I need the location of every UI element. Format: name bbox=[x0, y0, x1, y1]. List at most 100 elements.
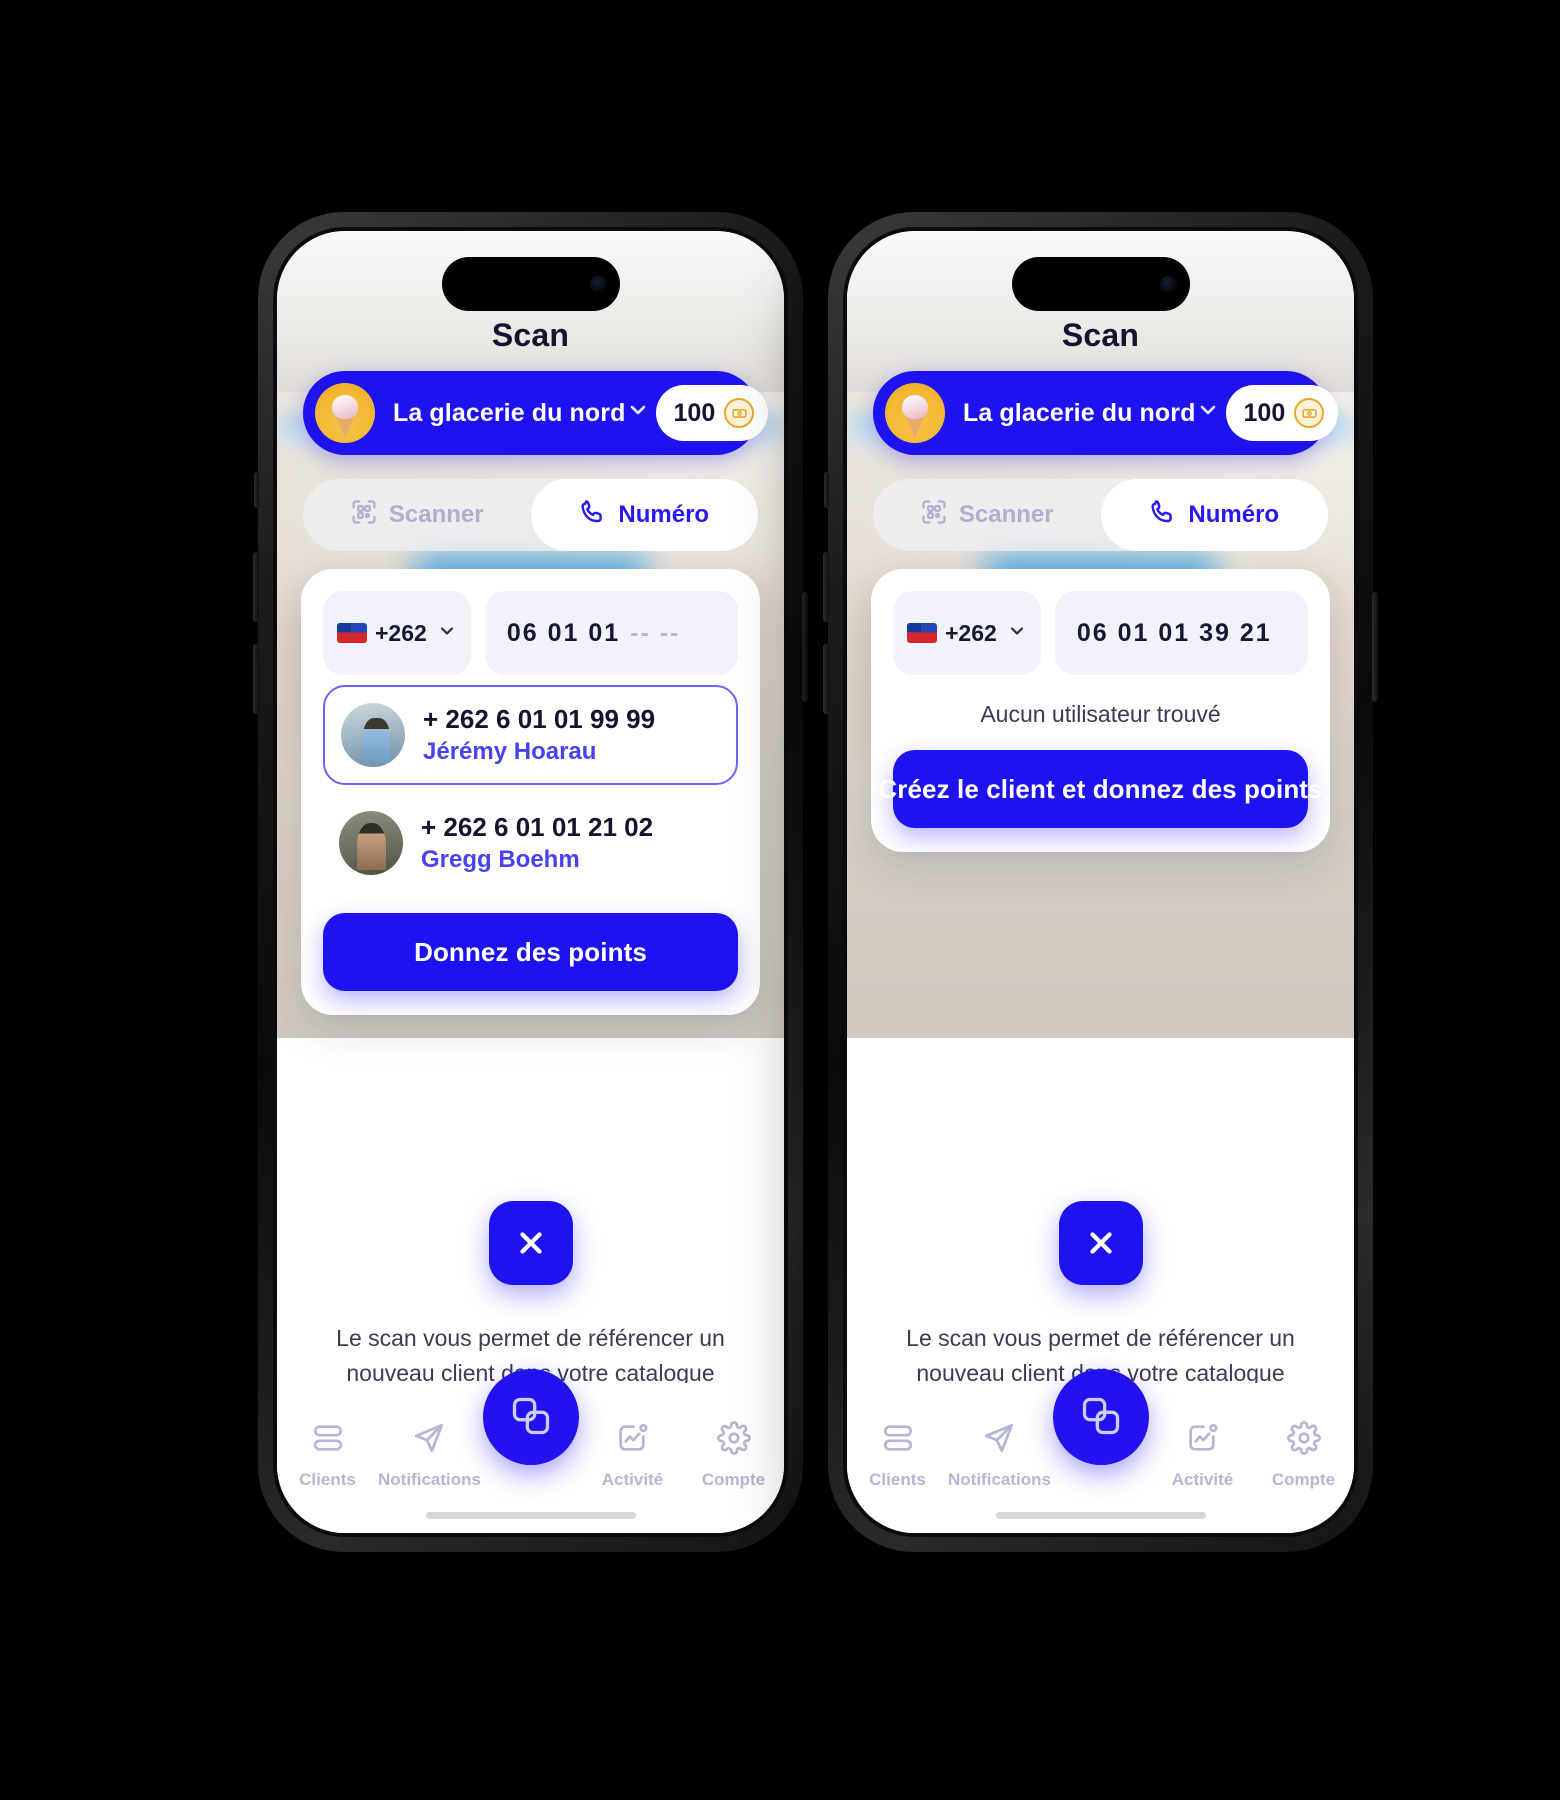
gear-icon bbox=[716, 1421, 751, 1460]
points-value: 100 bbox=[673, 398, 716, 427]
nav-item-compte[interactable]: Compte bbox=[1253, 1421, 1354, 1490]
scan-mode-tabs[interactable]: Scanner Numéro bbox=[303, 479, 758, 551]
points-badge[interactable]: 100 bbox=[1225, 385, 1338, 441]
phone-number-value: 06 01 01 39 21 bbox=[1076, 618, 1272, 647]
contact-phone: + 262 6 01 01 99 99 bbox=[423, 704, 656, 734]
phone-mockup-left: Scan La glacerie du nord 100 Scanner Num… bbox=[253, 212, 808, 1552]
scan-icon bbox=[509, 1394, 553, 1441]
points-value: 100 bbox=[1243, 398, 1286, 427]
home-indicator bbox=[425, 1512, 636, 1519]
volume-up-button bbox=[253, 552, 259, 622]
screen-left: Scan La glacerie du nord 100 Scanner Num… bbox=[277, 231, 784, 1533]
coin-icon bbox=[724, 398, 755, 428]
merchant-name: La glacerie du nord bbox=[393, 398, 626, 427]
phone-input-row: +262 06 01 01 -- -- bbox=[323, 591, 738, 675]
scan-fab-button[interactable] bbox=[482, 1369, 579, 1465]
chevron-down-icon[interactable] bbox=[1196, 398, 1220, 428]
merchant-name: La glacerie du nord bbox=[963, 398, 1196, 427]
tab-numero-label: Numéro bbox=[1188, 501, 1280, 528]
nav-item-notifications[interactable]: Notifications bbox=[378, 1421, 481, 1490]
power-button bbox=[1372, 592, 1378, 702]
phone-input-row: +262 06 01 01 39 21 bbox=[893, 591, 1308, 675]
tab-numero-label: Numéro bbox=[618, 501, 710, 528]
contact-phone: + 262 6 01 01 21 02 bbox=[421, 812, 654, 842]
list-item[interactable]: + 262 6 01 01 99 99 Jérémy Hoarau bbox=[323, 685, 738, 785]
screenshot-stage: Scan La glacerie du nord 100 Scanner Num… bbox=[0, 0, 1560, 1800]
tab-scanner[interactable]: Scanner bbox=[303, 479, 531, 551]
country-code-select[interactable]: +262 bbox=[323, 591, 471, 675]
nav-item-clients[interactable]: Clients bbox=[277, 1421, 378, 1490]
coin-icon bbox=[1294, 398, 1325, 428]
give-points-button[interactable]: Donnez des points bbox=[323, 913, 738, 991]
country-code-select[interactable]: +262 bbox=[893, 591, 1041, 675]
phone-lookup-card: +262 06 01 01 -- -- + 262 6 01 01 99 99 … bbox=[301, 569, 760, 1015]
activity-chart-icon bbox=[615, 1421, 649, 1460]
contact-name: Jérémy Hoarau bbox=[423, 738, 597, 765]
contact-avatar-jeremy bbox=[341, 703, 405, 767]
dynamic-island bbox=[1011, 257, 1190, 311]
contact-name: Gregg Boehm bbox=[421, 846, 580, 873]
merchant-selector[interactable]: La glacerie du nord 100 bbox=[873, 371, 1338, 455]
dial-code: +262 bbox=[375, 619, 427, 646]
empty-state-message: Aucun utilisateur trouvé bbox=[980, 701, 1221, 727]
nav-label: Compte bbox=[701, 1470, 766, 1489]
bottom-navigation: Clients Notifications Activité Compte bbox=[847, 1369, 1354, 1533]
scan-fab-button[interactable] bbox=[1052, 1369, 1149, 1465]
nav-label: Activité bbox=[1171, 1470, 1234, 1489]
activity-chart-icon bbox=[1185, 1421, 1219, 1460]
phone-number-placeholder: -- -- bbox=[630, 618, 681, 647]
contact-avatar-gregg bbox=[339, 811, 403, 875]
phone-number-value: 06 01 01 bbox=[506, 618, 621, 647]
mute-switch bbox=[254, 472, 259, 508]
send-icon bbox=[412, 1421, 446, 1460]
nav-item-compte[interactable]: Compte bbox=[683, 1421, 784, 1490]
phone-number-input[interactable]: 06 01 01 39 21 bbox=[1054, 591, 1308, 675]
list-item[interactable]: + 262 6 01 01 21 02 Gregg Boehm bbox=[323, 795, 738, 891]
dial-code: +262 bbox=[945, 619, 997, 646]
qr-code-icon bbox=[920, 498, 948, 533]
close-button[interactable] bbox=[1058, 1201, 1143, 1285]
list-icon bbox=[311, 1421, 345, 1460]
create-client-button[interactable]: Créez le client et donnez des points bbox=[878, 750, 1323, 828]
list-icon bbox=[881, 1421, 915, 1460]
power-button bbox=[802, 592, 808, 702]
nav-item-activite[interactable]: Activité bbox=[1152, 1421, 1253, 1490]
reunion-flag-icon bbox=[907, 623, 937, 643]
tab-numero[interactable]: Numéro bbox=[1100, 479, 1328, 551]
ice-cream-avatar bbox=[315, 383, 375, 443]
ice-cream-avatar bbox=[885, 383, 945, 443]
page-title: Scan bbox=[491, 317, 570, 353]
chevron-down-icon bbox=[1007, 621, 1027, 646]
phone-lookup-card: +262 06 01 01 39 21 Aucun utilisateur tr… bbox=[871, 569, 1330, 852]
nav-label: Activité bbox=[601, 1470, 664, 1489]
page-title: Scan bbox=[1061, 317, 1140, 353]
phone-mockup-right: Scan La glacerie du nord 100 Scanner Num… bbox=[823, 212, 1378, 1552]
screen-right: Scan La glacerie du nord 100 Scanner Num… bbox=[847, 231, 1354, 1533]
nav-label: Clients bbox=[869, 1470, 926, 1489]
qr-code-icon bbox=[350, 498, 378, 533]
chevron-down-icon[interactable] bbox=[626, 398, 650, 428]
close-button[interactable] bbox=[488, 1201, 573, 1285]
nav-item-activite[interactable]: Activité bbox=[582, 1421, 683, 1490]
background-sheen bbox=[847, 231, 1354, 393]
phone-number-input[interactable]: 06 01 01 -- -- bbox=[484, 591, 738, 675]
send-icon bbox=[982, 1421, 1016, 1460]
dynamic-island bbox=[441, 257, 620, 311]
scan-mode-tabs[interactable]: Scanner Numéro bbox=[873, 479, 1328, 551]
nav-item-clients[interactable]: Clients bbox=[847, 1421, 948, 1490]
nav-label: Notifications bbox=[378, 1470, 481, 1489]
nav-label: Clients bbox=[299, 1470, 356, 1489]
tab-numero[interactable]: Numéro bbox=[530, 479, 758, 551]
chevron-down-icon bbox=[437, 621, 457, 646]
nav-item-notifications[interactable]: Notifications bbox=[948, 1421, 1051, 1490]
mute-switch bbox=[824, 472, 829, 508]
scan-icon bbox=[1079, 1394, 1123, 1441]
merchant-selector[interactable]: La glacerie du nord 100 bbox=[303, 371, 768, 455]
tab-scanner[interactable]: Scanner bbox=[873, 479, 1101, 551]
search-results-list: + 262 6 01 01 99 99 Jérémy Hoarau + 262 … bbox=[323, 685, 738, 891]
phone-bezel-left: Scan La glacerie du nord 100 Scanner Num… bbox=[273, 227, 788, 1537]
front-camera-icon bbox=[589, 275, 607, 293]
background-sheen bbox=[277, 231, 784, 393]
phone-bezel-right: Scan La glacerie du nord 100 Scanner Num… bbox=[843, 227, 1358, 1537]
points-badge[interactable]: 100 bbox=[655, 385, 768, 441]
